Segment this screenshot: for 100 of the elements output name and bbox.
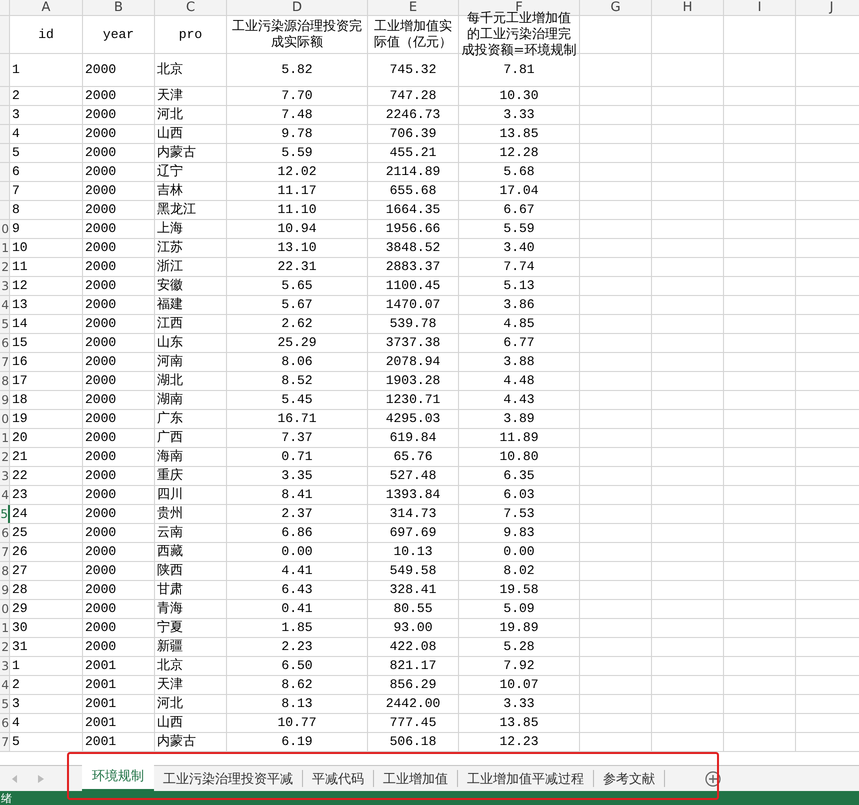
table-cell: 12.02 <box>277 164 316 180</box>
table-cell: 1470.07 <box>386 297 440 313</box>
column-letter-header[interactable]: H <box>652 0 724 15</box>
row-header[interactable] <box>0 106 10 124</box>
column-letter-header[interactable]: D <box>227 0 368 15</box>
column-letter-header[interactable]: A <box>10 0 83 15</box>
row-header[interactable] <box>0 87 10 105</box>
column-letter-header[interactable]: G <box>580 0 652 15</box>
table-cell: 天津 <box>157 677 183 693</box>
sheet-tab[interactable]: 工业增加值 <box>374 770 458 787</box>
row-header[interactable]: 1 <box>0 619 10 637</box>
column-letter-header[interactable]: J <box>796 0 859 15</box>
table-cell: 25.29 <box>277 335 316 351</box>
table-cell: 3737.38 <box>386 335 440 351</box>
row-header[interactable]: 0 <box>0 410 10 428</box>
row-header[interactable] <box>0 201 10 219</box>
row-header[interactable] <box>0 16 10 53</box>
row-header[interactable]: 3 <box>0 657 10 675</box>
row-header[interactable]: 2 <box>0 448 10 466</box>
row-header[interactable]: 6 <box>0 714 10 732</box>
row-header[interactable]: 6 <box>0 524 10 542</box>
table-cell: 22.31 <box>277 259 316 275</box>
table-cell: 1 <box>12 658 20 674</box>
column-letter-header[interactable]: C <box>155 0 227 15</box>
table-cell: 2 <box>12 677 20 693</box>
table-cell: 安徽 <box>157 278 183 294</box>
sheet-tab[interactable]: 环境规制 <box>82 765 154 791</box>
row-header[interactable]: 5 <box>0 315 10 333</box>
table-cell: 93.00 <box>393 620 432 636</box>
row-header[interactable]: 3 <box>0 467 10 485</box>
table-cell: 1100.45 <box>386 278 440 294</box>
table-cell: 2000 <box>85 259 116 275</box>
table-cell: 506.18 <box>390 734 436 750</box>
row-header[interactable]: 9 <box>0 581 10 599</box>
table-cell: 3.33 <box>503 696 535 712</box>
row-header[interactable] <box>0 163 10 181</box>
row-header[interactable]: 2 <box>0 258 10 276</box>
table-cell: 328.41 <box>390 582 436 598</box>
sheet-tab[interactable]: 平减代码 <box>303 770 374 787</box>
row-header[interactable]: 6 <box>0 334 10 352</box>
row-header[interactable]: 9 <box>0 391 10 409</box>
row-header[interactable]: 4 <box>0 676 10 694</box>
table-cell: 30 <box>12 620 28 636</box>
row-header[interactable]: 5 <box>0 505 10 523</box>
add-sheet-icon[interactable] <box>705 770 721 786</box>
column-letter-header[interactable]: I <box>724 0 796 15</box>
row-header[interactable]: 8 <box>0 562 10 580</box>
row-header[interactable] <box>0 144 10 162</box>
row-header[interactable]: 0 <box>0 220 10 238</box>
table-cell: 1 <box>12 62 20 78</box>
row-header[interactable]: 0 <box>0 600 10 618</box>
table-cell: 5 <box>12 734 20 750</box>
row-header[interactable]: 4 <box>0 486 10 504</box>
table-cell: 2001 <box>85 696 116 712</box>
row-header[interactable]: 3 <box>0 277 10 295</box>
table-cell: 北京 <box>157 62 183 78</box>
table-cell: 4.41 <box>281 563 313 579</box>
row-header[interactable]: 7 <box>0 353 10 371</box>
column-letter-header[interactable]: B <box>83 0 155 15</box>
row-header[interactable]: 4 <box>0 296 10 314</box>
sheet-tab[interactable]: 工业污染治理投资平减 <box>154 770 303 787</box>
sheet-tab[interactable]: 工业增加值平减过程 <box>458 770 594 787</box>
table-cell: 河南 <box>157 354 183 370</box>
row-header[interactable] <box>0 125 10 143</box>
row-header[interactable] <box>0 54 10 86</box>
table-cell: 31 <box>12 639 28 655</box>
table-cell: 7.48 <box>281 107 313 123</box>
table-cell: 10.94 <box>277 221 316 237</box>
table-cell: 5.45 <box>281 392 313 408</box>
table-cell: 内蒙古 <box>157 145 196 161</box>
scroll-right-icon[interactable] <box>38 774 44 782</box>
row-header[interactable]: 1 <box>0 239 10 257</box>
table-cell: 3.33 <box>503 107 535 123</box>
column-header: 工业增加值实际值（亿元） <box>373 18 453 50</box>
table-cell: 13.85 <box>499 715 538 731</box>
table-cell: 广西 <box>157 430 183 446</box>
table-cell: 5.65 <box>281 278 313 294</box>
table-cell: 20 <box>12 430 28 446</box>
row-header[interactable]: 5 <box>0 695 10 713</box>
table-cell: 宁夏 <box>157 620 183 636</box>
table-cell: 山西 <box>157 715 183 731</box>
scroll-left-icon[interactable] <box>12 774 18 782</box>
row-header[interactable]: 7 <box>0 733 10 751</box>
row-header[interactable]: 2 <box>0 638 10 656</box>
table-cell: 80.55 <box>393 601 432 617</box>
sheet-tab[interactable]: 参考文献 <box>594 770 665 787</box>
table-cell: 2000 <box>85 183 116 199</box>
table-cell: 13.85 <box>499 126 538 142</box>
table-cell: 4.43 <box>503 392 535 408</box>
table-cell: 福建 <box>157 297 183 313</box>
table-cell: 2000 <box>85 639 116 655</box>
table-cell: 2114.89 <box>386 164 440 180</box>
table-cell: 16.71 <box>277 411 316 427</box>
row-header[interactable]: 7 <box>0 543 10 561</box>
row-header[interactable]: 8 <box>0 372 10 390</box>
table-cell: 2000 <box>85 297 116 313</box>
row-header[interactable] <box>0 182 10 200</box>
table-cell: 2000 <box>85 544 116 560</box>
column-letter-header[interactable]: E <box>368 0 459 15</box>
row-header[interactable]: 1 <box>0 429 10 447</box>
